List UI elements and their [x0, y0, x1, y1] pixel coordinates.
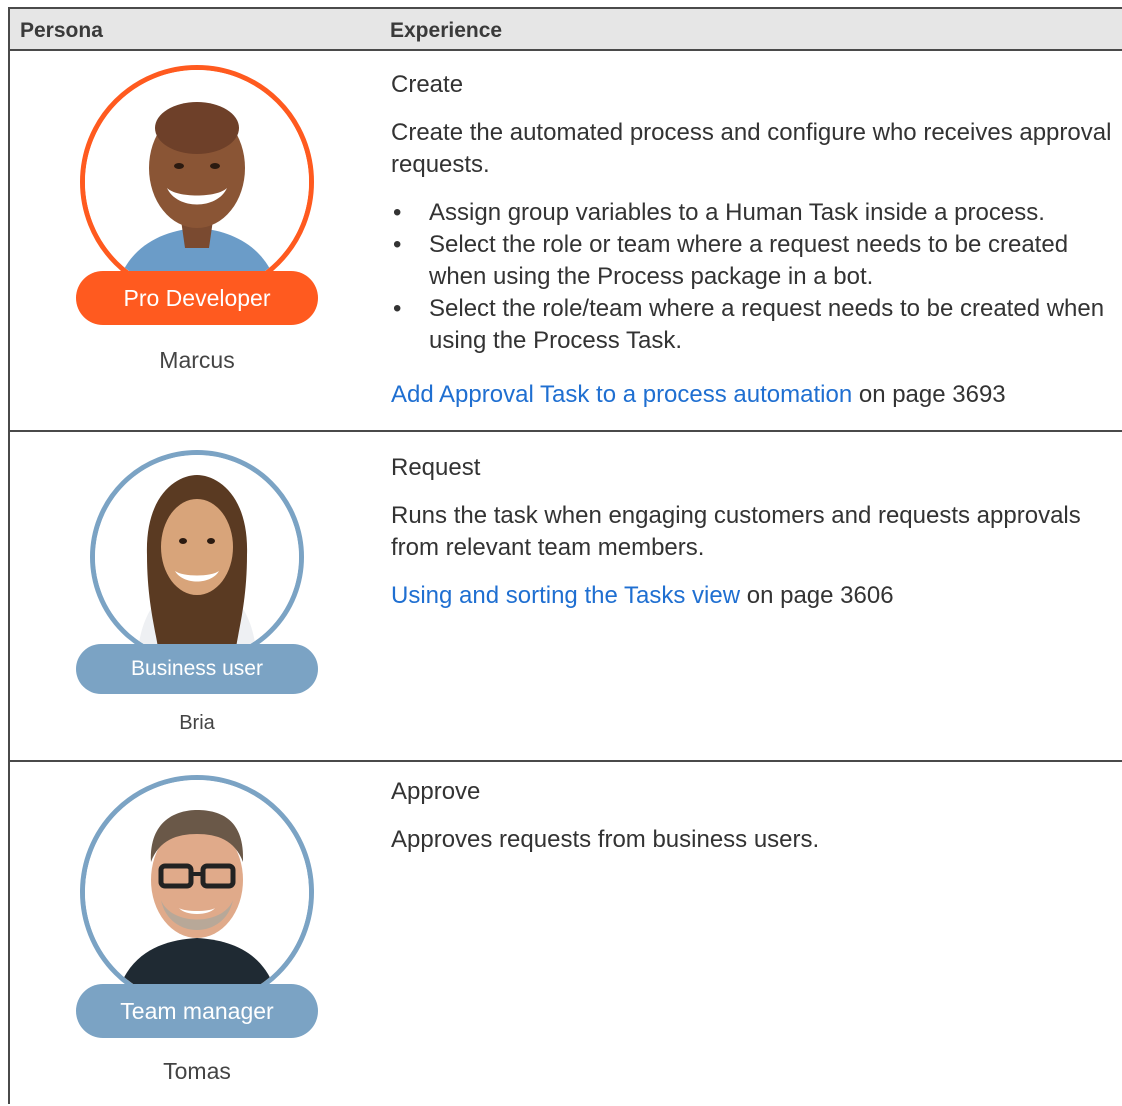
table-row: Team manager Tomas Approve Approves requ…	[10, 762, 1122, 1106]
experience-heading: Request	[391, 454, 481, 481]
persona-name-bria: Bria	[179, 712, 215, 734]
avatar-bria	[90, 450, 304, 664]
experience-reference: Using and sorting the Tasks view on page…	[391, 580, 1121, 612]
experience-reference: Add Approval Task to a process automatio…	[391, 379, 1121, 411]
table-header: Persona Experience	[10, 9, 1122, 51]
experience-create: Create Create the automated process and …	[391, 69, 1121, 411]
table-row: Business user Bria Request Runs the task…	[10, 432, 1122, 762]
experience-heading: Approve	[391, 778, 481, 805]
experience-description: Approves requests from business users.	[391, 826, 820, 853]
experience-description: Create the automated process and configu…	[391, 119, 1112, 178]
reference-link[interactable]: Using and sorting the Tasks view	[391, 582, 740, 609]
persona-name-marcus: Marcus	[159, 347, 235, 373]
persona-badge-pro-developer: Pro Developer	[76, 271, 318, 325]
avatar-tomas	[80, 775, 314, 1009]
persona-badge-team-manager: Team manager	[76, 984, 318, 1038]
reference-link[interactable]: Add Approval Task to a process automatio…	[391, 381, 852, 408]
persona-badge-business-user: Business user	[76, 644, 318, 694]
experience-approve: Approve Approves requests from business …	[391, 776, 1121, 856]
persona-table: Persona Experience Pro Developer Marcus …	[8, 7, 1122, 1104]
experience-request: Request Runs the task when engaging cust…	[391, 452, 1121, 612]
experience-bullet-list: Assign group variables to a Human Task i…	[391, 197, 1121, 357]
header-experience: Experience	[390, 19, 503, 42]
reference-page: on page 3693	[852, 381, 1006, 408]
header-persona: Persona	[20, 19, 103, 42]
experience-description: Runs the task when engaging customers an…	[391, 502, 1081, 561]
reference-page: on page 3606	[740, 582, 894, 609]
table-row: Pro Developer Marcus Create Create the a…	[10, 51, 1122, 432]
list-item: Select the role/team where a request nee…	[393, 293, 1121, 357]
persona-name-tomas: Tomas	[163, 1058, 231, 1084]
list-item: Select the role or team where a request …	[393, 229, 1121, 293]
avatar-marcus	[80, 65, 314, 299]
experience-heading: Create	[391, 71, 464, 98]
list-item: Assign group variables to a Human Task i…	[393, 197, 1121, 229]
